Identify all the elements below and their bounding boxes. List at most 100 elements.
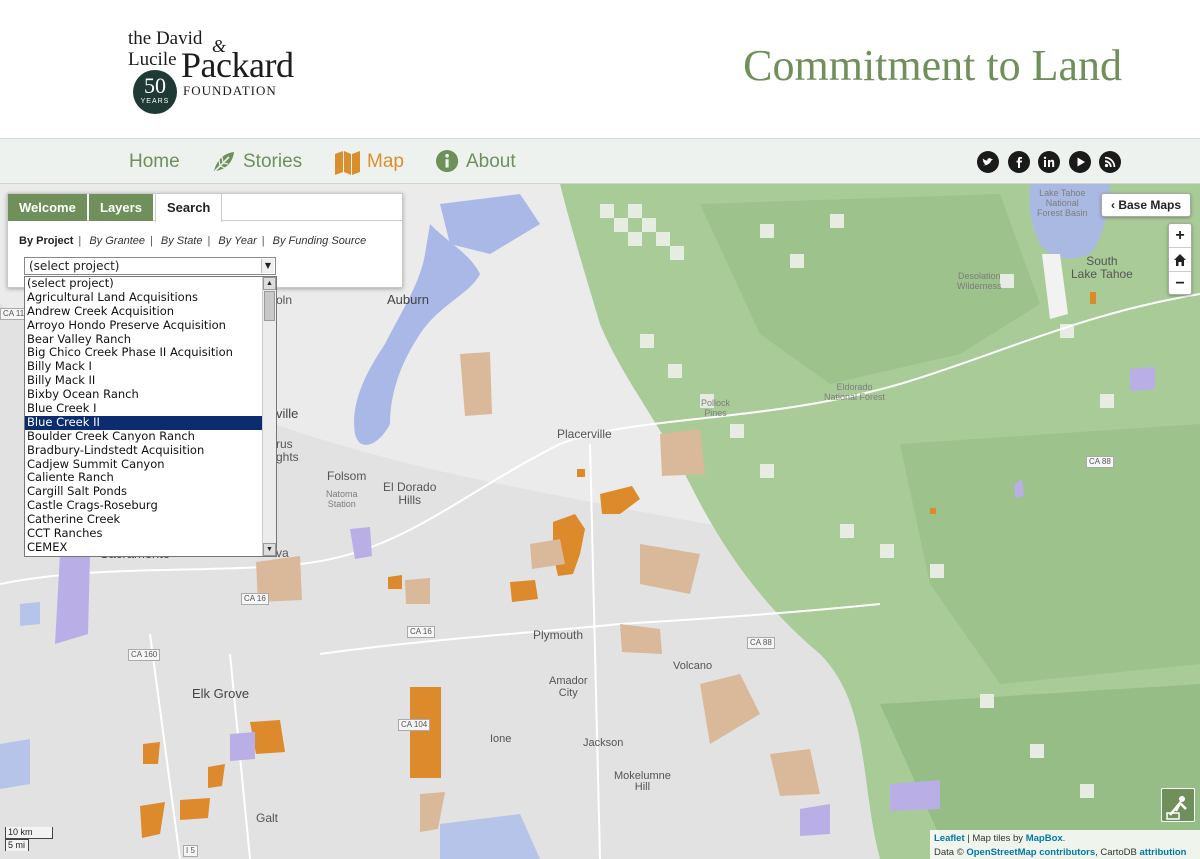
nav-map-label: Map — [367, 151, 404, 172]
scroll-down-icon[interactable]: ▼ — [263, 543, 276, 556]
app-root: the David & Lucile Packard 50 YEARS FOUN… — [0, 0, 1200, 859]
data-text: Data © — [934, 847, 967, 858]
dropdown-option[interactable]: Arroyo Hondo Preserve Acquisition — [25, 319, 263, 333]
search-by-year[interactable]: By Year — [218, 235, 256, 247]
panel-tabs: Welcome Layers Search — [8, 194, 402, 222]
dropdown-option[interactable]: Cadjew Summit Canyon — [25, 458, 263, 472]
logo-line-lucile: Lucile — [128, 49, 177, 70]
twitter-icon[interactable] — [977, 151, 999, 173]
dropdown-option[interactable]: (select project) — [25, 277, 263, 291]
highway-shield: CA 160 — [128, 649, 161, 661]
tab-layers[interactable]: Layers — [89, 194, 153, 221]
zoom-in-button[interactable]: + — [1169, 224, 1191, 248]
nav-home-label: Home — [129, 151, 180, 172]
place-volcano: Volcano — [673, 660, 713, 672]
packard-foundation-logo[interactable]: the David & Lucile Packard 50 YEARS FOUN… — [128, 26, 308, 118]
place-eldorado-national-forest: Eldorado National Forest — [824, 382, 886, 402]
dropdown-scrollbar[interactable]: ▲ ▼ — [262, 277, 276, 556]
search-by-state[interactable]: By State — [161, 235, 203, 247]
scrollbar-thumb[interactable] — [264, 291, 275, 321]
dropdown-option[interactable]: Billy Mack II — [25, 374, 263, 388]
place-amador-city: Amador City — [549, 675, 588, 699]
zoom-control: + − — [1168, 223, 1192, 295]
osm-link[interactable]: OpenStreetMap contributors — [966, 847, 1095, 858]
dropdown-option[interactable]: CCT Ranches — [25, 527, 263, 541]
highway-shield: CA 16 — [407, 626, 435, 638]
nav-map[interactable]: Map — [333, 139, 404, 185]
dropdown-option[interactable]: Bear Valley Ranch — [25, 333, 263, 347]
dropdown-option[interactable]: Boulder Creek Canyon Ranch — [25, 430, 263, 444]
search-by-funding-source[interactable]: By Funding Source — [273, 235, 367, 247]
base-maps-button[interactable]: ‹ Base Maps — [1101, 193, 1191, 217]
dropdown-options: (select project) Agricultural Land Acqui… — [25, 277, 263, 555]
dropdown-option[interactable]: Blue Creek I — [25, 402, 263, 416]
site-header: the David & Lucile Packard 50 YEARS FOUN… — [0, 0, 1200, 138]
map-scale: 10 km 5 mi — [5, 827, 53, 851]
linkedin-icon[interactable] — [1038, 151, 1060, 173]
youtube-icon[interactable] — [1069, 151, 1091, 173]
dropdown-option[interactable]: Agricultural Land Acquisitions — [25, 291, 263, 305]
tab-search[interactable]: Search — [155, 194, 223, 222]
search-mode-nav: By Project | By Grantee | By State | By Yea… — [19, 235, 367, 247]
logo-foundation: FOUNDATION — [183, 83, 277, 98]
place-jackson: Jackson — [583, 737, 624, 749]
search-by-grantee[interactable]: By Grantee — [89, 235, 145, 247]
place-el-dorado-hills: El Dorado Hills — [383, 480, 437, 507]
project-dropdown-list[interactable]: (select project) Agricultural Land Acqui… — [24, 276, 277, 557]
highway-shield: I 5 — [183, 845, 198, 857]
badge-number: 50 — [144, 73, 166, 98]
place-desolation-wilderness: Desolation Wilderness — [957, 271, 1002, 291]
scale-mi: 5 mi — [5, 839, 29, 851]
place-partial-va: va — [276, 546, 289, 560]
search-by-project[interactable]: By Project — [19, 235, 73, 247]
dropdown-option[interactable]: Cargill Salt Ponds — [25, 485, 263, 499]
leaflet-link[interactable]: Leaflet — [934, 833, 965, 844]
nav-stories-label: Stories — [243, 151, 303, 172]
project-select[interactable]: (select project) ▼ — [24, 257, 276, 275]
rss-icon[interactable] — [1099, 151, 1121, 173]
dropdown-option[interactable]: Catherine Creek — [25, 513, 263, 527]
tab-welcome[interactable]: Welcome — [8, 194, 87, 221]
leaf-icon — [214, 152, 234, 172]
place-lake-tahoe-basin: Lake Tahoe National Forest Basin — [1037, 188, 1088, 218]
home-icon[interactable] — [1169, 248, 1191, 272]
facebook-icon[interactable] — [1008, 151, 1030, 173]
mapbox-link[interactable]: MapBox — [1026, 833, 1063, 844]
highway-shield: CA 104 — [398, 719, 431, 731]
place-partial-oln: oln — [276, 293, 293, 307]
nav-about-label: About — [466, 151, 516, 172]
chevron-down-icon[interactable]: ▼ — [261, 259, 274, 273]
dropdown-option[interactable]: Bradbury-Lindstedt Acquisition — [25, 444, 263, 458]
dropdown-option[interactable]: Bixby Ocean Ranch — [25, 388, 263, 402]
dropdown-option-highlighted[interactable]: Blue Creek II — [25, 415, 263, 430]
logo-packard: Packard — [181, 45, 294, 85]
zoom-out-button[interactable]: − — [1169, 272, 1191, 296]
nav-home[interactable]: Home — [129, 139, 180, 185]
place-galt: Galt — [256, 811, 279, 825]
info-icon — [436, 150, 459, 173]
dropdown-option[interactable]: Big Chico Creek Phase II Acquisition — [25, 346, 263, 360]
highway-shield: CA 88 — [1086, 456, 1114, 468]
place-partial-ville: ville — [276, 406, 299, 421]
attribution-link[interactable]: attribution — [1140, 847, 1187, 858]
place-partial-heights: rus ghts — [276, 437, 299, 464]
place-auburn: Auburn — [387, 292, 429, 307]
place-mokelumne-hill: Mokelumne Hill — [614, 770, 671, 793]
scroll-up-icon[interactable]: ▲ — [263, 277, 276, 290]
highway-shield: CA 16 — [241, 593, 269, 605]
dropdown-option[interactable]: Billy Mack I — [25, 360, 263, 374]
dropdown-option[interactable]: Caliente Ranch — [25, 471, 263, 485]
nav-about[interactable]: About — [436, 139, 516, 185]
carto-text: , CartoDB — [1095, 847, 1140, 858]
map-icon — [335, 151, 360, 175]
dropdown-option[interactable]: CEMEX — [25, 541, 263, 555]
nav-stories[interactable]: Stories — [211, 139, 302, 185]
dropdown-option[interactable]: Andrew Creek Acquisition — [25, 305, 263, 319]
highway-shield: CA 88 — [747, 637, 775, 649]
draw-tool-icon[interactable] — [1161, 788, 1195, 822]
place-pollock-pines: Pollock Pines — [701, 398, 731, 418]
place-plymouth: Plymouth — [533, 628, 584, 642]
base-maps-label: Base Maps — [1118, 198, 1182, 212]
site-title: Commitment to Land — [743, 41, 1122, 90]
dropdown-option[interactable]: Castle Crags-Roseburg — [25, 499, 263, 513]
